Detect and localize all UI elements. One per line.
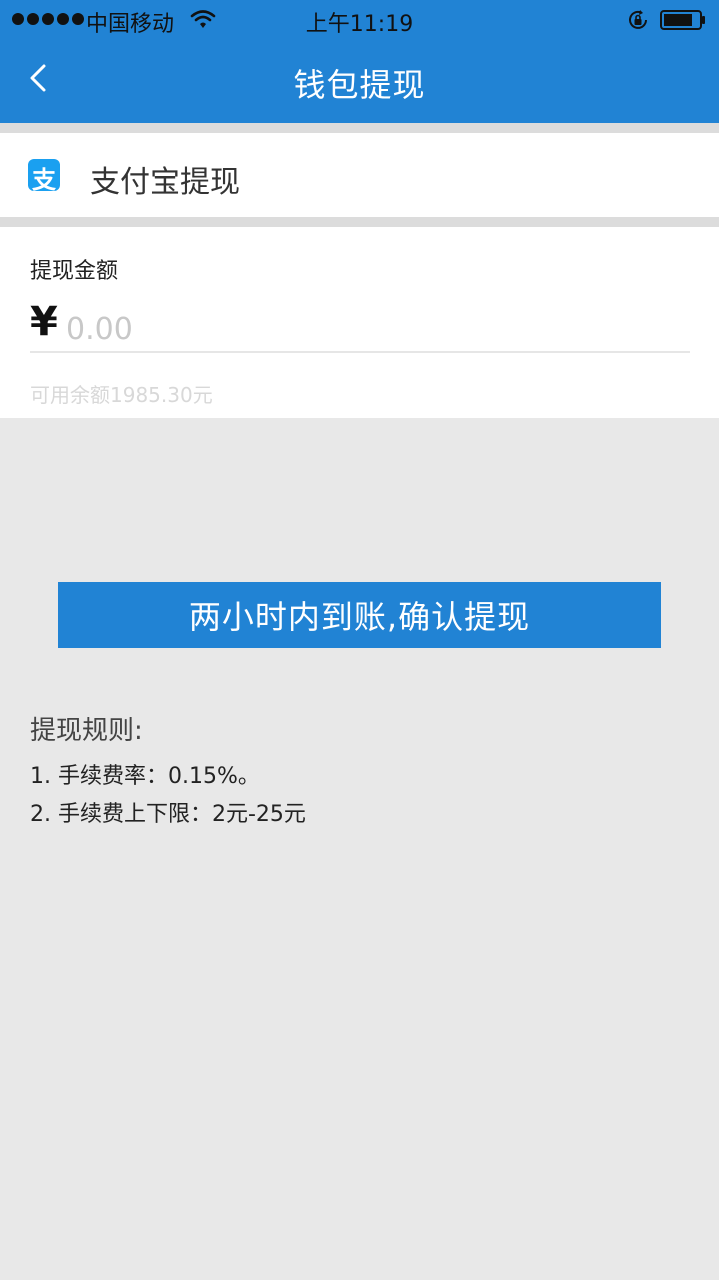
amount-label: 提现金额 (30, 259, 119, 284)
rule-item: 1. 手续费率：0.15%。 (30, 764, 260, 789)
currency-symbol: ¥ (30, 299, 58, 345)
divider (0, 123, 719, 133)
withdraw-method-alipay[interactable]: 支 支付宝提现 (0, 133, 719, 217)
page-title: 钱包提现 (293, 66, 426, 104)
withdraw-method-label: 支付宝提现 (90, 165, 240, 200)
app-header: 中国移动 上午11:19 钱包提现 (0, 0, 719, 123)
amount-underline (30, 351, 690, 353)
status-bar: 中国移动 上午11:19 (0, 0, 719, 40)
available-balance: 可用余额1985.30元 (30, 383, 213, 407)
status-time: 上午11:19 (305, 12, 414, 37)
battery-icon (660, 10, 705, 30)
alipay-icon: 支 (28, 159, 60, 194)
rule-item: 2. 手续费上下限：2元-25元 (30, 802, 306, 827)
divider (0, 217, 719, 227)
rotation-lock-icon (629, 10, 647, 29)
confirm-withdraw-button[interactable]: 两小时内到账,确认提现 (58, 582, 661, 648)
nav-bar: 钱包提现 (0, 40, 719, 123)
amount-card: 提现金额 ¥ 可用余额1985.30元 (0, 227, 719, 418)
amount-input[interactable] (66, 309, 686, 349)
rules-title: 提现规则: (30, 716, 143, 746)
